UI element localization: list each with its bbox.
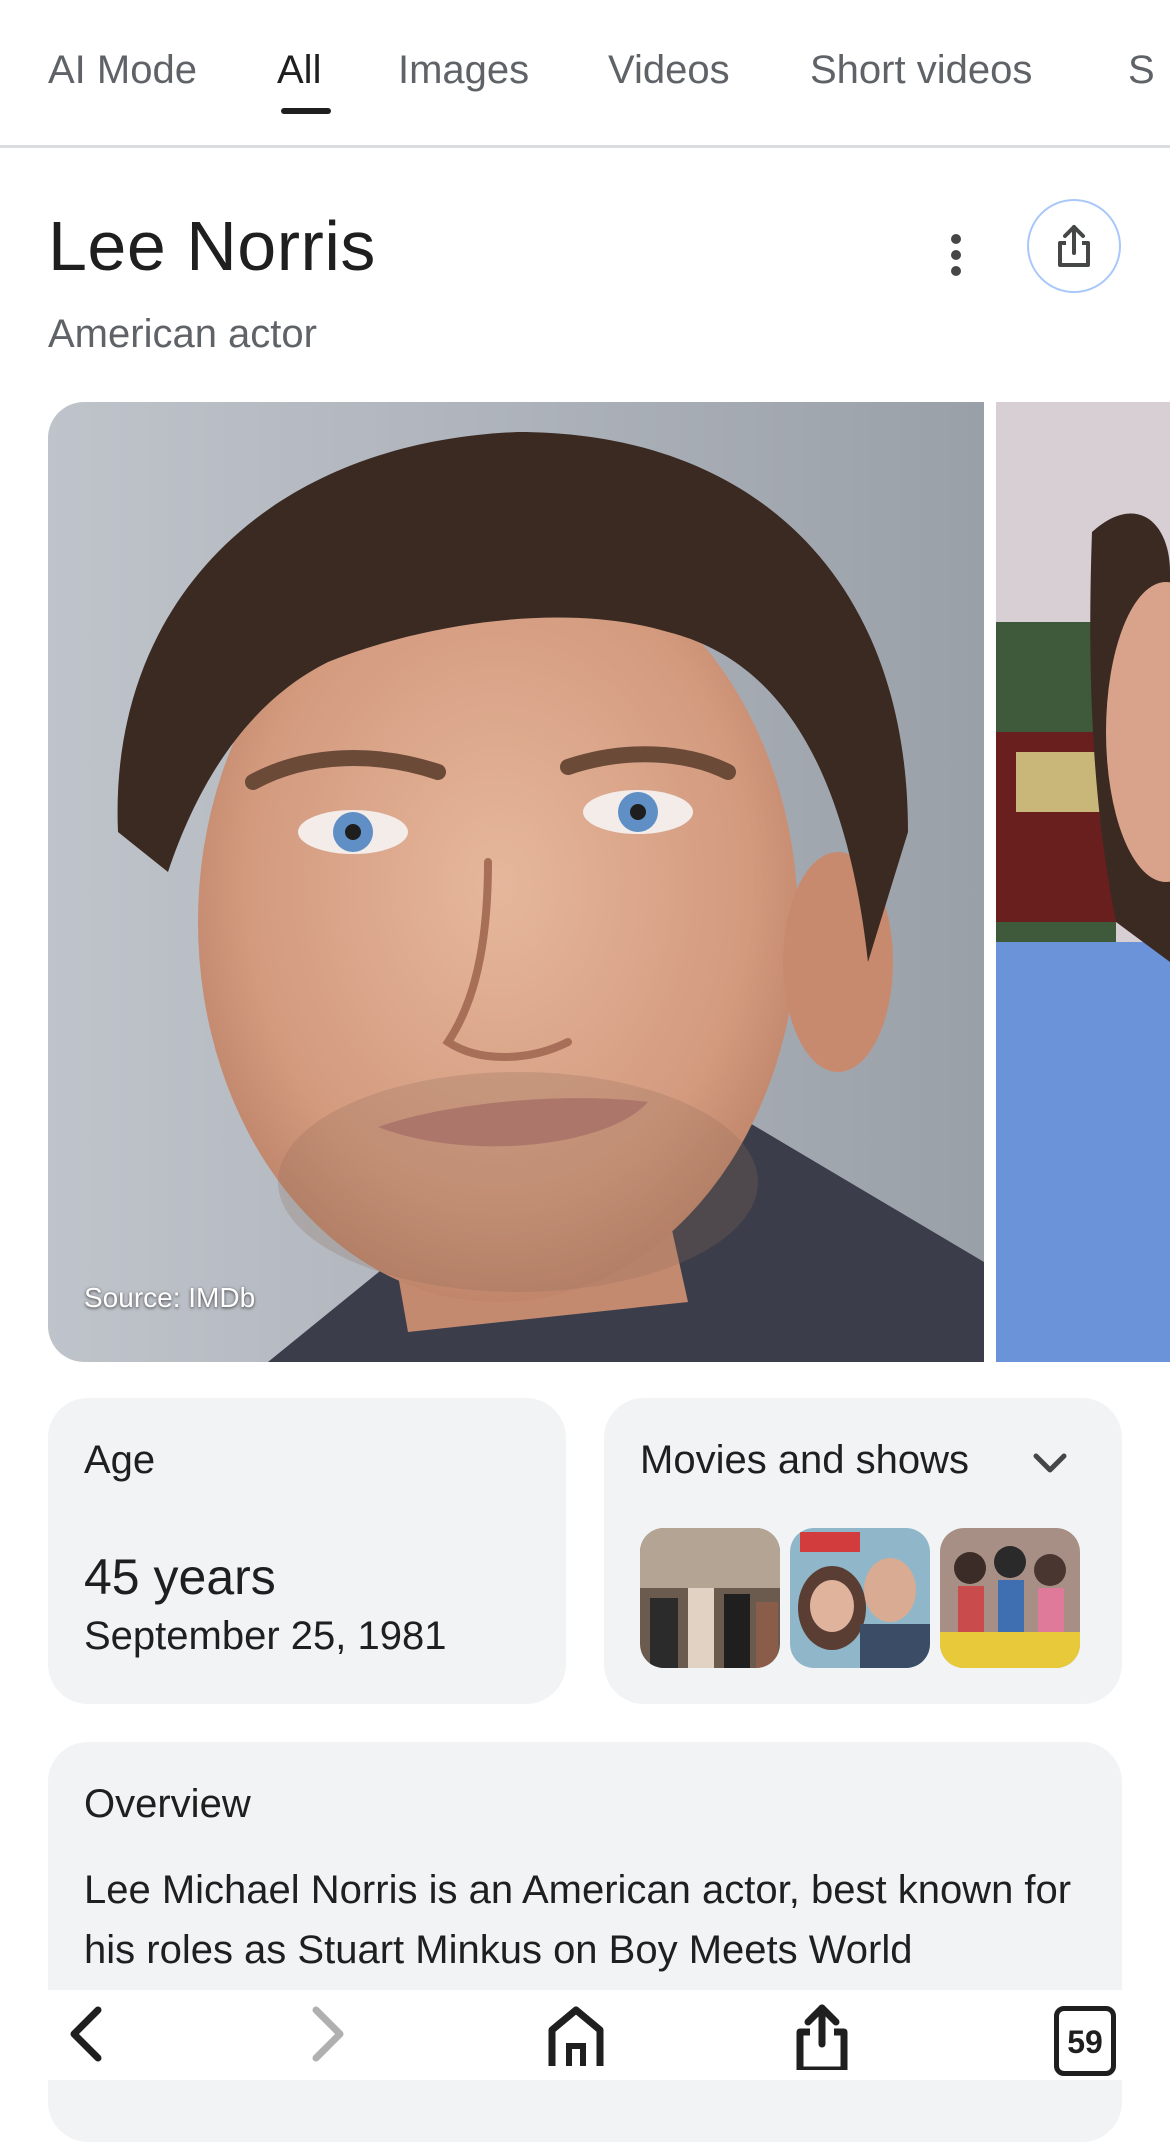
tab-short-videos[interactable]: Short videos [810, 48, 1032, 93]
share-upload-icon [796, 2004, 848, 2070]
movies-label: Movies and shows [640, 1438, 970, 1482]
tab-switcher-button[interactable]: 59 [1054, 2006, 1116, 2076]
forward-button[interactable] [290, 2004, 370, 2080]
movie-poster-1 [640, 1528, 780, 1668]
home-button[interactable] [536, 2004, 616, 2080]
tab-ai-mode[interactable]: AI Mode [48, 48, 197, 93]
tab-images[interactable]: Images [398, 48, 529, 93]
age-card[interactable]: Age 45 years September 25, 1981 [48, 1398, 566, 1704]
secondary-photo[interactable] [996, 402, 1170, 1362]
age-value: 45 years [84, 1549, 276, 1605]
share-button[interactable] [1027, 199, 1121, 293]
tab-videos[interactable]: Videos [608, 48, 730, 93]
movie-poster-2 [790, 1528, 930, 1668]
movie-thumbnail[interactable] [790, 1528, 930, 1668]
portrait-illustration [48, 402, 984, 1362]
main-photo[interactable]: Source: IMDb [48, 402, 984, 1362]
tab-all[interactable]: All [277, 48, 321, 93]
overview-text: Lee Michael Norris is an American actor,… [84, 1868, 1072, 1972]
age-label: Age [84, 1438, 156, 1482]
secondary-photo-illustration [996, 402, 1170, 1362]
forward-icon [312, 2006, 344, 2062]
browser-bottom-bar: 59 [0, 1990, 1170, 2080]
movie-thumbnail[interactable] [940, 1528, 1080, 1668]
search-tabs: AI Mode All Images Videos Short videos S [0, 0, 1170, 148]
movies-card[interactable]: Movies and shows [604, 1398, 1122, 1704]
back-button[interactable] [44, 2004, 124, 2080]
home-icon [548, 2006, 604, 2066]
back-icon [70, 2006, 102, 2062]
active-tab-indicator [281, 108, 331, 114]
overview-card[interactable]: Overview Lee Michael Norris is an Americ… [48, 1742, 1122, 2142]
entity-subtitle: American actor [48, 312, 317, 356]
share-icon [1058, 225, 1090, 267]
share-page-button[interactable] [782, 2004, 862, 2080]
more-vert-icon [951, 234, 961, 276]
birth-date: September 25, 1981 [84, 1614, 447, 1658]
chevron-down-icon[interactable] [1028, 1446, 1072, 1482]
more-options-button[interactable] [930, 220, 982, 290]
image-source-label: Source: IMDb [84, 1282, 256, 1313]
tab-more[interactable]: S [1128, 48, 1155, 93]
overview-title: Overview [84, 1782, 251, 1826]
movie-thumbnail[interactable] [640, 1528, 780, 1668]
movie-poster-3 [940, 1528, 1080, 1668]
entity-title: Lee Norris [48, 207, 376, 285]
